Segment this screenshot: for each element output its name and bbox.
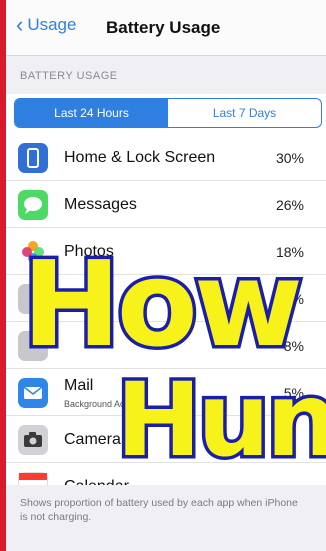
footer-note: Shows proportion of battery used by each…: [20, 497, 298, 523]
app-icon: [18, 284, 48, 314]
messages-icon: [18, 190, 48, 220]
app-percent: 10%: [275, 291, 304, 307]
back-label: Usage: [27, 15, 77, 34]
app-percent: 30%: [275, 150, 304, 166]
photos-icon: [18, 237, 48, 267]
page-title: Battery Usage: [106, 18, 221, 37]
app-name: Mail: [64, 377, 94, 394]
app-name: Home & Lock Screen: [64, 149, 216, 166]
back-button[interactable]: ‹ Usage: [16, 14, 76, 36]
app-name: Camera: [64, 431, 121, 448]
app-subtitle: Background Activity: [64, 399, 143, 409]
app-percent: 8%: [283, 338, 304, 354]
list-item[interactable]: Home & Lock Screen 30%: [6, 134, 326, 181]
app-name: Messages: [64, 196, 137, 213]
list-item[interactable]: Mail Background Activity 5%: [6, 369, 326, 416]
list-item[interactable]: 8%: [6, 322, 326, 369]
time-range-segmented-control: Last 24 Hours Last 7 Days: [14, 98, 322, 128]
list-item[interactable]: 10%: [6, 275, 326, 322]
app-name: Photos: [64, 243, 114, 260]
list-item[interactable]: Messages 26%: [6, 181, 326, 228]
battery-usage-list: Home & Lock Screen 30% Messages 26% Phot…: [6, 134, 326, 510]
section-header: BATTERY USAGE: [6, 56, 326, 94]
app-percent: 26%: [275, 197, 304, 213]
navigation-bar: ‹ Usage Battery Usage: [6, 0, 326, 56]
mail-icon: [18, 378, 48, 408]
app-icon: [18, 331, 48, 361]
home-lock-screen-icon: [18, 143, 48, 173]
list-item[interactable]: Photos 18%: [6, 228, 326, 275]
app-percent: 18%: [275, 244, 304, 260]
tab-last-24-hours[interactable]: Last 24 Hours: [15, 99, 168, 127]
app-percent: 5%: [283, 385, 304, 401]
tab-last-7-days[interactable]: Last 7 Days: [168, 99, 321, 127]
chevron-left-icon: ‹: [16, 12, 24, 37]
section-header-label: BATTERY USAGE: [20, 70, 118, 82]
list-item[interactable]: Camera: [6, 416, 326, 463]
camera-icon: [18, 425, 48, 455]
battery-usage-screen: ‹ Usage Battery Usage BATTERY USAGE Last…: [0, 0, 326, 551]
